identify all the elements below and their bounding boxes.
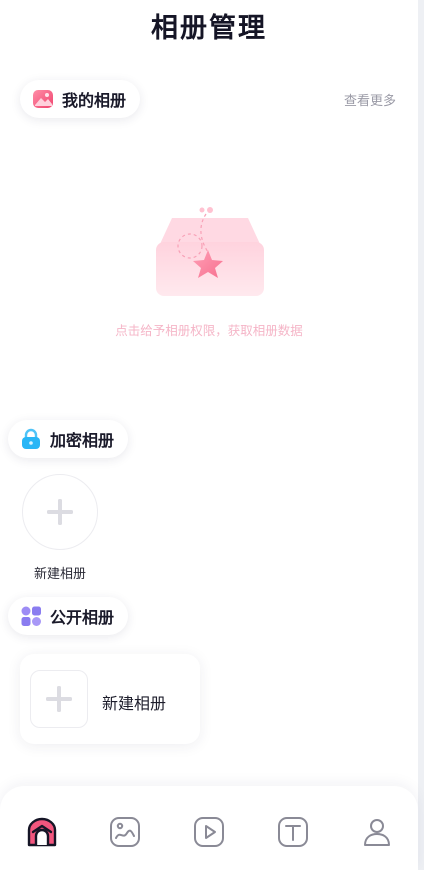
public-album-header: 公开相册 [8,597,129,635]
see-more-link[interactable]: 查看更多 [344,90,396,109]
new-encrypted-album-button[interactable] [22,474,98,550]
tab-video[interactable] [191,814,227,850]
tab-photos[interactable] [107,814,143,850]
video-play-icon [193,816,225,848]
new-encrypted-album-label[interactable]: 新建相册 [22,563,98,582]
tab-profile[interactable] [359,814,395,850]
album-icon [32,88,54,110]
profile-icon [361,816,393,848]
my-album-header: 我的相册 [20,80,141,118]
plus-icon [46,498,74,526]
lock-icon [20,428,42,450]
tab-home[interactable] [24,814,60,850]
empty-permission-tip[interactable]: 点击给予相册权限，获取相册数据 [0,320,418,339]
my-album-label: 我的相册 [62,91,127,110]
empty-album-illustration[interactable] [150,200,270,300]
home-icon [25,815,59,849]
plus-icon [45,685,73,713]
bottom-tab-bar [0,786,418,870]
scrollbar-track[interactable] [418,0,424,870]
text-icon [277,816,309,848]
new-public-album-card[interactable]: 新建相册 [20,654,200,744]
new-public-album-label: 新建相册 [102,694,167,713]
page-title: 相册管理 [151,13,267,44]
grid-icon [20,605,42,627]
encrypted-album-label: 加密相册 [50,431,115,450]
encrypted-album-header: 加密相册 [8,420,129,458]
tab-text[interactable] [275,814,311,850]
photo-icon [109,816,141,848]
new-public-album-thumb [30,670,88,728]
public-album-label: 公开相册 [50,608,115,627]
